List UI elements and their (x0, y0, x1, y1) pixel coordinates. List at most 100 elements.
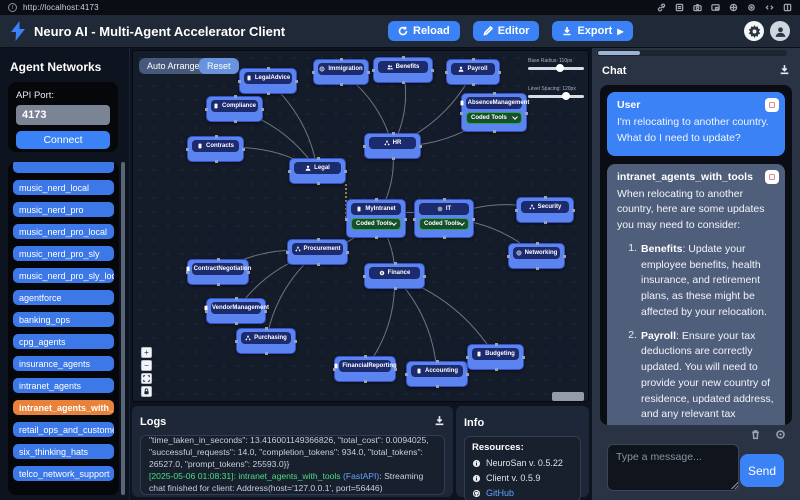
node-port[interactable] (472, 218, 475, 221)
copy-message-button[interactable] (765, 170, 779, 184)
node-port[interactable] (375, 236, 378, 239)
node-port[interactable] (498, 71, 501, 74)
fit-view-button[interactable] (141, 373, 152, 384)
node-port[interactable] (436, 385, 439, 388)
node-port[interactable] (340, 83, 343, 86)
chat-download-button[interactable] (779, 62, 790, 80)
sidebar-scrollbar-thumb[interactable] (121, 162, 125, 495)
graph-node-ContractNegotiation[interactable]: ContractNegotiation (187, 259, 249, 285)
node-port[interactable] (344, 170, 347, 173)
node-port[interactable] (340, 58, 343, 61)
chat-horizontal-scrollbar[interactable] (597, 50, 787, 56)
graph-node-Networking[interactable]: Networking (508, 243, 565, 269)
node-port[interactable] (375, 198, 378, 201)
node-port[interactable] (235, 340, 238, 343)
graph-node-Finance[interactable]: Finance (364, 263, 425, 289)
agent-network-graph-canvas[interactable]: LegalAdviceImmigrationBenefitsPayrollAbs… (132, 50, 589, 402)
sidebar-item-retail_ops_and_customer_ser[interactable]: retail_ops_and_customer_ser (13, 422, 114, 437)
reload-button[interactable]: Reload (388, 21, 460, 41)
node-port[interactable] (402, 56, 405, 59)
editor-button[interactable]: Editor (473, 21, 540, 41)
graph-node-VendorManagement[interactable]: VendorManagement (206, 298, 266, 324)
node-port[interactable] (205, 108, 208, 111)
node-port[interactable] (367, 71, 370, 74)
lock-button[interactable] (141, 386, 152, 397)
sidebar-item-banking_ops[interactable]: banking_ops (13, 312, 114, 327)
node-port[interactable] (522, 356, 525, 359)
reset-button[interactable]: Reset (199, 58, 239, 74)
node-port[interactable] (460, 112, 463, 115)
node-port[interactable] (493, 130, 496, 133)
node-port[interactable] (402, 81, 405, 84)
sidebar-item-music_nerd_local[interactable]: music_nerd_local (13, 180, 114, 195)
node-port[interactable] (317, 238, 320, 241)
settings-gear-button[interactable] (744, 21, 764, 41)
node-port[interactable] (363, 145, 366, 148)
node-port[interactable] (364, 355, 367, 358)
api-port-input[interactable] (16, 105, 110, 125)
coded-tools-dropdown[interactable]: Coded Tools (466, 112, 522, 124)
graph-node-AbsenceManagement[interactable]: AbsenceManagementCoded Tools (461, 93, 527, 132)
split-view-icon[interactable] (783, 3, 792, 12)
auto-arrange-button[interactable]: Auto Arrange (139, 58, 208, 74)
node-port[interactable] (333, 368, 336, 371)
node-port[interactable] (186, 148, 189, 151)
connect-button[interactable]: Connect (16, 131, 110, 149)
base-radius-slider[interactable] (528, 67, 584, 70)
node-port[interactable] (261, 108, 264, 111)
graph-node-FinancialReporting[interactable]: FinancialReporting (334, 356, 396, 382)
node-port[interactable] (445, 71, 448, 74)
node-port[interactable] (265, 352, 268, 355)
node-port[interactable] (217, 283, 220, 286)
chat-message-input[interactable] (607, 444, 739, 491)
node-port[interactable] (317, 157, 320, 160)
node-port[interactable] (235, 322, 238, 325)
node-port[interactable] (247, 271, 250, 274)
level-spacing-slider[interactable] (528, 95, 584, 98)
graph-node-Legal[interactable]: Legal (289, 158, 346, 184)
node-port[interactable] (507, 255, 510, 258)
sidebar-item-music_nerd_pro_local[interactable]: music_nerd_pro_local (13, 224, 114, 239)
node-port[interactable] (186, 271, 189, 274)
sidebar-item-agentforce[interactable]: agentforce (13, 290, 114, 305)
camera-icon[interactable] (693, 3, 702, 12)
graph-node-LegalAdvice[interactable]: LegalAdvice (239, 68, 297, 94)
node-port[interactable] (265, 327, 268, 330)
node-port[interactable] (372, 69, 375, 72)
code-icon[interactable] (765, 3, 774, 12)
url-text[interactable]: http://localhost:4173 (23, 3, 99, 12)
node-port[interactable] (286, 251, 289, 254)
graph-horizontal-scrollbar[interactable] (552, 392, 584, 401)
node-port[interactable] (267, 92, 270, 95)
node-port[interactable] (235, 297, 238, 300)
node-port[interactable] (536, 242, 539, 245)
node-port[interactable] (419, 145, 422, 148)
sidebar-item-intranet_agents[interactable]: intranet_agents (13, 378, 114, 393)
user-avatar-button[interactable] (770, 21, 790, 41)
graph-node-Purchasing[interactable]: Purchasing (236, 328, 296, 354)
node-port[interactable] (217, 258, 220, 261)
node-port[interactable] (431, 69, 434, 72)
node-port[interactable] (364, 380, 367, 383)
node-port[interactable] (394, 262, 397, 265)
graph-node-Compliance[interactable]: Compliance (206, 96, 263, 122)
node-port[interactable] (466, 373, 469, 376)
node-port[interactable] (405, 373, 408, 376)
node-port[interactable] (267, 67, 270, 70)
sidebar-item-music_nerd_pro_sly_local[interactable]: music_nerd_pro_sly_local (13, 268, 114, 283)
graph-node-IT[interactable]: ITCoded Tools (414, 199, 474, 238)
node-port[interactable] (423, 275, 426, 278)
github-link[interactable]: GitHub (486, 488, 514, 498)
node-port[interactable] (394, 287, 397, 290)
node-port[interactable] (515, 209, 518, 212)
node-port[interactable] (493, 92, 496, 95)
chat-scrollbar-thumb[interactable] (598, 51, 640, 55)
sidebar-item-telco_network_support[interactable]: telco_network_support (13, 466, 114, 481)
node-port[interactable] (288, 170, 291, 173)
reader-mode-icon[interactable] (675, 3, 684, 12)
target-icon[interactable] (747, 3, 756, 12)
coded-tools-dropdown[interactable]: Coded Tools (419, 218, 469, 230)
node-port[interactable] (264, 310, 267, 313)
node-port[interactable] (413, 218, 416, 221)
sidebar-item-insurance_agents[interactable]: insurance_agents (13, 356, 114, 371)
